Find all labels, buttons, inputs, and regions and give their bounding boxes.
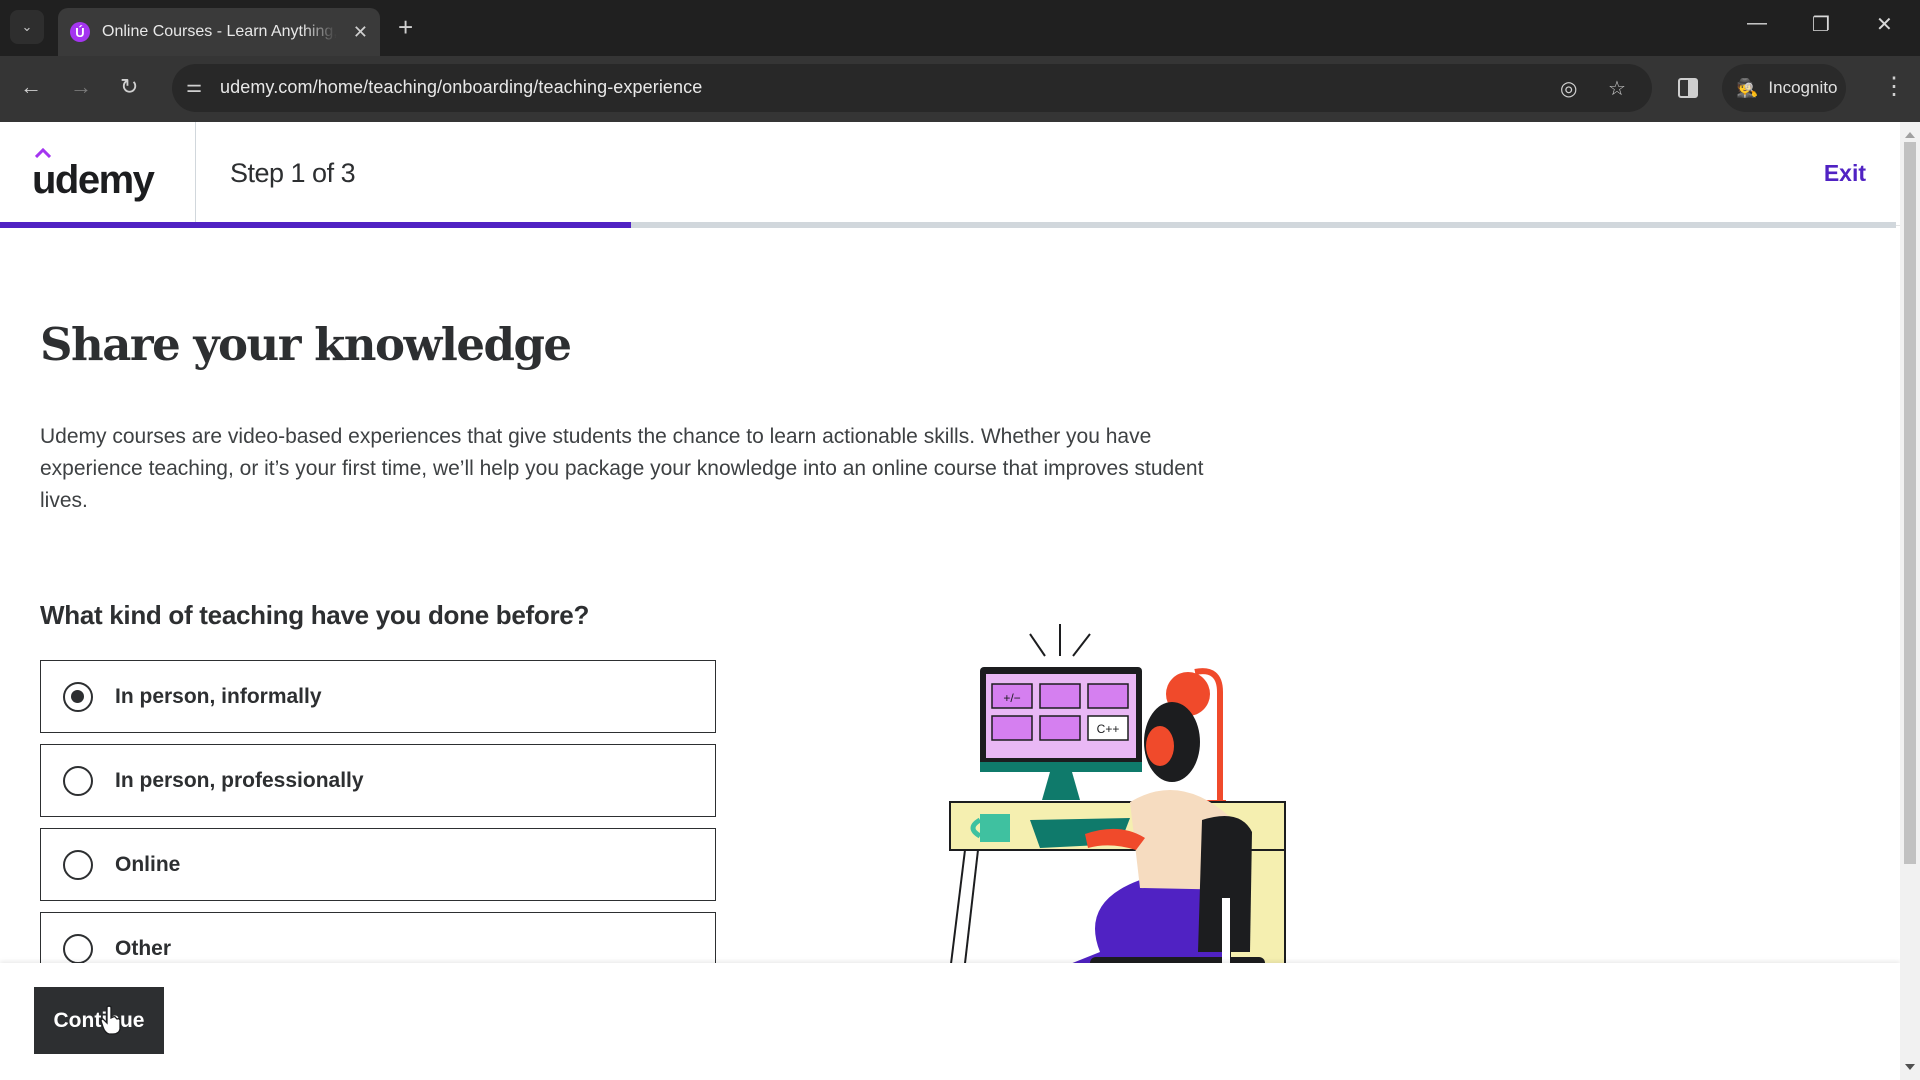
option-label: In person, professionally: [115, 768, 364, 792]
page-description: Udemy courses are video-based experience…: [40, 425, 1204, 512]
reload-icon[interactable]: ↻: [120, 74, 138, 100]
page-scrollbar[interactable]: [1900, 122, 1920, 1080]
incognito-badge[interactable]: 🕵 Incognito: [1722, 64, 1846, 112]
new-tab-button[interactable]: +: [398, 12, 413, 42]
udemy-logo[interactable]: udemy: [32, 148, 162, 202]
scroll-down-icon[interactable]: [1905, 1064, 1915, 1070]
radio-button[interactable]: [63, 681, 93, 712]
bookmark-star-icon[interactable]: ☆: [1608, 76, 1626, 101]
incognito-icon: 🕵: [1736, 77, 1759, 98]
eye-off-icon[interactable]: ◎: [1560, 76, 1577, 101]
sparkle-lines-icon: [1029, 624, 1091, 657]
teaching-illustration: +/− C++: [949, 624, 1286, 972]
option-online[interactable]: Online: [40, 828, 716, 901]
continue-button[interactable]: Continue: [34, 987, 164, 1054]
option-in-person-informally[interactable]: In person, informally: [40, 660, 716, 733]
progress-bar: [0, 222, 1896, 228]
hand-cursor-icon: [100, 1005, 121, 1035]
chevron-down-icon: ⌄: [21, 19, 33, 34]
option-in-person-professionally[interactable]: In person, professionally: [40, 744, 716, 817]
forward-icon[interactable]: →: [70, 74, 92, 100]
logo-text: udemy: [32, 158, 155, 202]
page-title: Share your knowledge: [40, 318, 572, 371]
exit-link[interactable]: Exit: [1824, 160, 1866, 187]
restore-icon[interactable]: ❐: [1812, 12, 1830, 37]
screen-label: +/−: [1003, 691, 1020, 705]
teaching-options: In person, informally In person, profess…: [40, 660, 716, 996]
screen-label: C++: [1097, 722, 1120, 736]
page-content: udemy Step 1 of 3 Exit Share your knowle…: [0, 122, 1900, 1080]
browser-toolbar: ← → ↻ ⚌ udemy.com/home/teaching/onboardi…: [0, 56, 1920, 122]
logo-hat-icon: [35, 148, 51, 158]
window-close-icon[interactable]: ✕: [1876, 12, 1893, 37]
scroll-up-icon[interactable]: [1905, 132, 1915, 138]
minimize-icon[interactable]: —: [1747, 12, 1767, 35]
url-text[interactable]: udemy.com/home/teaching/onboarding/teach…: [220, 77, 702, 98]
onboarding-header: udemy Step 1 of 3 Exit: [0, 122, 1900, 228]
option-label: In person, informally: [115, 684, 322, 708]
side-panel-icon[interactable]: [1678, 78, 1698, 98]
tab-title: Online Courses - Learn Anything, On Your…: [102, 23, 337, 40]
tab-search-button[interactable]: ⌄: [10, 10, 44, 44]
question-heading: What kind of teaching have you done befo…: [40, 600, 590, 630]
step-indicator: Step 1 of 3: [230, 158, 356, 188]
progress-bar-fill: [0, 222, 632, 228]
browser-tab[interactable]: Ú Online Courses - Learn Anything, On Yo…: [58, 8, 380, 56]
option-label: Online: [115, 852, 181, 876]
monitor-icon: +/− C++: [980, 667, 1142, 800]
tab-close-icon[interactable]: ✕: [353, 22, 368, 43]
back-icon[interactable]: ←: [20, 74, 42, 100]
radio-button[interactable]: [63, 849, 93, 880]
footer-bar: Continue: [0, 963, 1900, 1080]
radio-button[interactable]: [63, 765, 93, 796]
udemy-favicon-icon: Ú: [70, 22, 90, 42]
browser-menu-icon[interactable]: ⋮: [1882, 72, 1906, 101]
radio-button[interactable]: [63, 933, 93, 964]
scroll-thumb[interactable]: [1904, 142, 1916, 864]
site-info-icon[interactable]: ⚌: [186, 76, 202, 97]
option-label: Other: [115, 936, 172, 960]
header-divider: [195, 122, 196, 226]
address-bar[interactable]: ⚌ udemy.com/home/teaching/onboarding/tea…: [172, 64, 1652, 112]
browser-tab-strip: ⌄ Ú Online Courses - Learn Anything, On …: [0, 0, 1920, 56]
incognito-label: Incognito: [1768, 78, 1838, 97]
